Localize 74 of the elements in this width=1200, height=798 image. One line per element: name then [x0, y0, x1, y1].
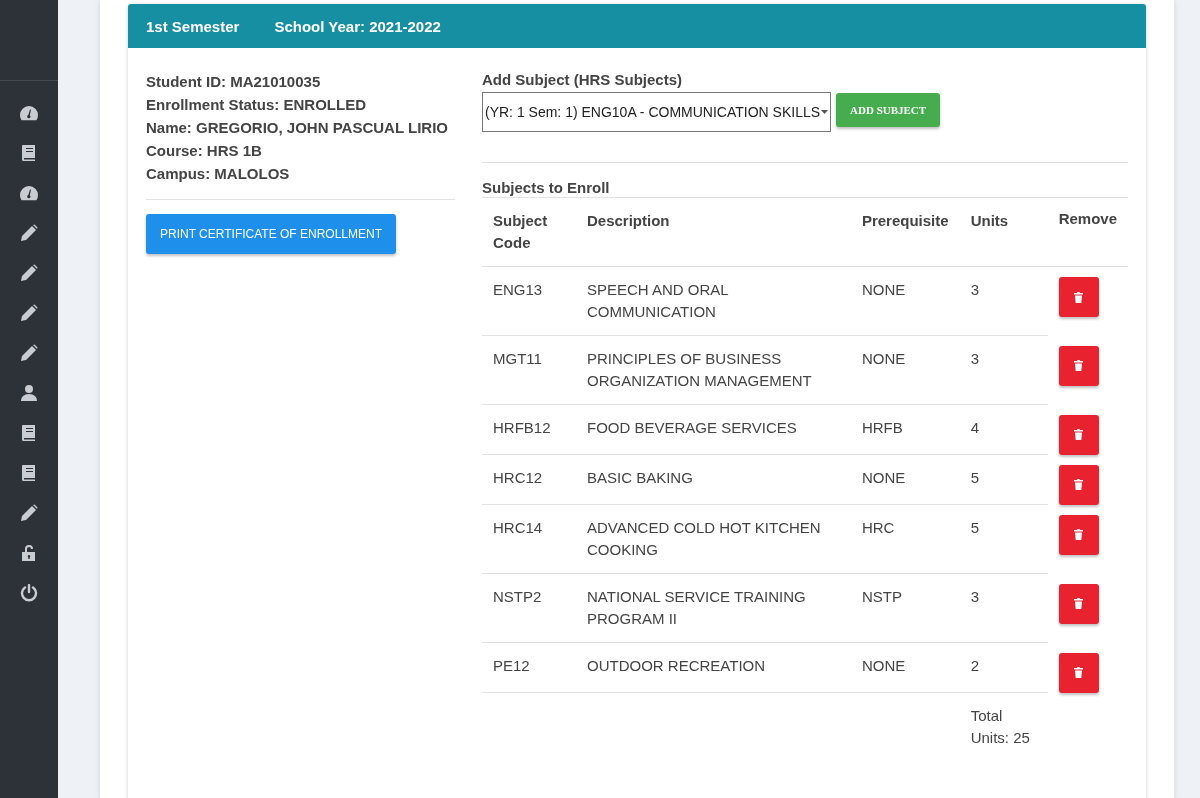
book-icon[interactable]	[21, 424, 37, 442]
table-cell: 3	[959, 573, 1048, 643]
column-header: Description	[576, 197, 851, 267]
table-cell: NONE	[850, 454, 960, 505]
school-year-label: School Year: 2021-2022	[274, 17, 441, 35]
trash-icon	[1074, 598, 1084, 609]
trash-icon	[1074, 667, 1084, 678]
delete-button[interactable]	[1058, 514, 1099, 555]
unlock-icon[interactable]	[21, 544, 37, 562]
add-subject-label: Add Subject (HRS Subjects)	[482, 70, 684, 90]
trash-icon	[1074, 360, 1084, 371]
table-cell: NSTP	[850, 573, 960, 643]
column-header: Remove	[1047, 197, 1128, 267]
delete-button[interactable]	[1058, 414, 1099, 455]
total-units-text: Total Units: 25	[959, 692, 1048, 761]
table-cell: MGT11	[482, 335, 576, 405]
user-icon[interactable]	[21, 384, 37, 402]
semester-label: 1st Semester	[146, 17, 240, 35]
table-cell: ENG13	[482, 266, 576, 336]
table-cell: HRFB	[850, 404, 960, 455]
table-cell: 3	[959, 335, 1048, 405]
pencil-icon[interactable]	[20, 224, 38, 242]
add-subject-button[interactable]: ADD SUBJECT	[836, 93, 941, 127]
table-cell: HRC12	[482, 454, 576, 505]
table-cell: 2	[959, 642, 1048, 693]
table-cell: 5	[959, 504, 1048, 574]
column-header: Prerequisite	[850, 197, 960, 267]
table-cell: BASIC BAKING	[576, 454, 851, 505]
column-header: Subject Code	[482, 197, 576, 267]
trash-icon	[1074, 429, 1084, 440]
table-cell: NSTP2	[482, 573, 576, 643]
table-cell: FOOD BEVERAGE SERVICES	[576, 404, 851, 455]
student-info-text: Enrollment Status: ENROLLED	[146, 95, 367, 115]
table-cell: HRC	[850, 504, 960, 574]
table-cell: NONE	[850, 642, 960, 693]
table-cell: 5	[959, 454, 1048, 505]
delete-button[interactable]	[1058, 583, 1099, 624]
column-header: Units	[959, 197, 1048, 267]
delete-button[interactable]	[1058, 345, 1099, 386]
table-cell: 4	[959, 404, 1048, 455]
gauge-icon[interactable]	[19, 185, 39, 201]
table-cell: PE12	[482, 642, 576, 693]
power-icon[interactable]	[20, 584, 38, 602]
pencil-icon[interactable]	[20, 304, 38, 322]
delete-button[interactable]	[1058, 277, 1099, 317]
table-cell: NONE	[850, 266, 960, 336]
pencil-icon[interactable]	[20, 344, 38, 362]
subject-select[interactable]: (YR: 1 Sem: 1) ENG10A - COMMUNICATION SKILLS	[482, 92, 832, 132]
pencil-icon[interactable]	[20, 264, 38, 282]
gauge-icon[interactable]	[19, 105, 39, 121]
table-cell: PRINCIPLES OF BUSINESS ORGANIZATION MANAGEMENT	[576, 335, 851, 405]
student-info-text: Student ID: MA21010035	[146, 72, 322, 92]
pencil-icon[interactable]	[20, 504, 38, 522]
trash-icon	[1074, 529, 1084, 540]
table-cell: NONE	[850, 335, 960, 405]
student-info-text: Course: HRS 1B	[146, 141, 263, 161]
trash-icon	[1074, 479, 1084, 490]
table-cell: NATIONAL SERVICE TRAINING PROGRAM II	[576, 573, 851, 643]
table-cell: 3	[959, 266, 1048, 336]
delete-button[interactable]	[1058, 464, 1099, 505]
student-info-text: Campus: MALOLOS	[146, 164, 291, 184]
trash-icon	[1074, 291, 1084, 303]
delete-button[interactable]	[1058, 652, 1099, 693]
book-icon[interactable]	[21, 144, 37, 162]
table-cell: ADVANCED COLD HOT KITCHEN COOKING	[576, 504, 851, 574]
book-icon[interactable]	[21, 464, 37, 482]
student-info-text: Name: GREGORIO, JOHN PASCUAL LIRIO	[146, 118, 449, 138]
table-cell: OUTDOOR RECREATION	[576, 642, 851, 693]
table-cell: HRC14	[482, 504, 576, 574]
print-certificate-button[interactable]: PRINT CERTIFICATE OF ENROLLMENT	[146, 214, 397, 254]
caret-icon	[821, 110, 829, 114]
table-cell: HRFB12	[482, 404, 576, 455]
table-cell: SPEECH AND ORAL COMMUNICATION	[576, 266, 851, 336]
table-title: Subjects to Enroll	[482, 179, 611, 197]
